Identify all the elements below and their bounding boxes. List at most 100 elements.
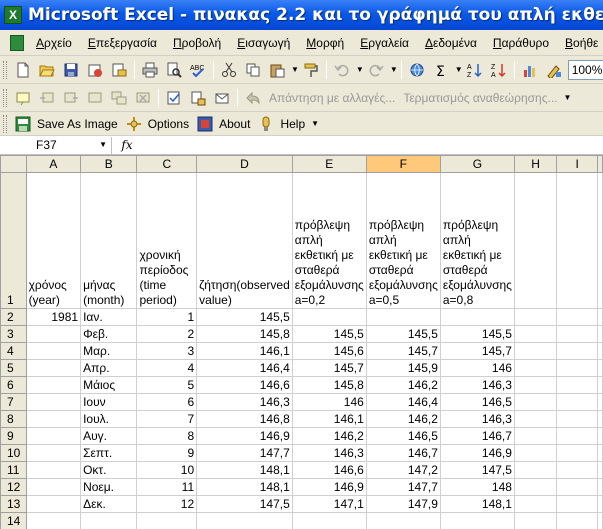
- column-header-c[interactable]: C: [136, 155, 198, 173]
- cell-h2[interactable]: [513, 308, 558, 326]
- cell-f4[interactable]: 145,7: [365, 342, 441, 360]
- cell-f10[interactable]: 146,7: [365, 444, 441, 462]
- cell-c2[interactable]: 1: [136, 308, 198, 326]
- cell-d10[interactable]: 147,7: [196, 444, 293, 462]
- cell-f6[interactable]: 146,2: [365, 376, 441, 394]
- menu-data[interactable]: Δεδομένα: [417, 36, 485, 50]
- cell-g11[interactable]: 147,5: [439, 461, 515, 479]
- cell-i2[interactable]: [556, 308, 598, 326]
- send-for-review-icon[interactable]: [211, 87, 233, 109]
- cell-b9[interactable]: Αυγ.: [80, 427, 138, 445]
- name-box[interactable]: F37 ▼: [0, 136, 112, 154]
- cell-b12[interactable]: Νοεμ.: [80, 478, 138, 496]
- toolbar-grip[interactable]: [3, 114, 7, 133]
- cell-e14[interactable]: [291, 512, 367, 529]
- cell-g14[interactable]: [439, 512, 515, 529]
- sort-ascending-icon[interactable]: AZ: [464, 59, 486, 81]
- row-header[interactable]: 13: [0, 495, 27, 513]
- cell-g8[interactable]: 146,3: [439, 410, 515, 428]
- cell-i9[interactable]: [556, 427, 598, 445]
- cell-h10[interactable]: [513, 444, 558, 462]
- cell-g12[interactable]: 148: [439, 478, 515, 496]
- cell-b2[interactable]: Ιαν.: [80, 308, 138, 326]
- excel-app-icon[interactable]: X: [4, 6, 22, 24]
- cell-f9[interactable]: 146,5: [365, 427, 441, 445]
- row-header[interactable]: 11: [0, 461, 27, 479]
- cell-a8[interactable]: [25, 410, 82, 428]
- about-button[interactable]: About: [219, 117, 250, 131]
- print-icon[interactable]: [139, 59, 161, 81]
- cell-b4[interactable]: Μαρ.: [80, 342, 138, 360]
- cell-c6[interactable]: 5: [136, 376, 198, 394]
- cell-h13[interactable]: [513, 495, 558, 513]
- save-as-image-icon[interactable]: [12, 113, 34, 135]
- column-header-g[interactable]: G: [439, 155, 515, 173]
- cell-h4[interactable]: [513, 342, 558, 360]
- permission-icon[interactable]: [84, 59, 106, 81]
- zoom-select[interactable]: 100%: [567, 59, 603, 80]
- cell-g2[interactable]: [439, 308, 515, 326]
- cell-d9[interactable]: 146,9: [196, 427, 293, 445]
- cell-i10[interactable]: [556, 444, 598, 462]
- row-header[interactable]: 10: [0, 444, 27, 462]
- cell-i14[interactable]: [556, 512, 598, 529]
- cell-f5[interactable]: 145,9: [365, 359, 441, 377]
- cell-i5[interactable]: [556, 359, 598, 377]
- cell-c4[interactable]: 3: [136, 342, 198, 360]
- cell-d2[interactable]: 145,5: [196, 308, 293, 326]
- cell-b3[interactable]: Φεβ.: [80, 325, 138, 343]
- copy-icon[interactable]: [242, 59, 264, 81]
- column-header-h[interactable]: H: [513, 155, 558, 173]
- next-comment-icon[interactable]: [60, 87, 82, 109]
- format-painter-icon[interactable]: [300, 59, 322, 81]
- cell-a7[interactable]: [25, 393, 82, 411]
- options-icon[interactable]: [123, 113, 145, 135]
- cell-b8[interactable]: Ιουλ.: [80, 410, 138, 428]
- new-comment-icon[interactable]: [12, 87, 34, 109]
- end-review-button[interactable]: Τερματισμός αναθεώρησης...: [403, 91, 557, 105]
- cell-c3[interactable]: 2: [136, 325, 198, 343]
- cell-h14[interactable]: [513, 512, 558, 529]
- cell-f1[interactable]: πρόβλεψη απλή εκθετική με σταθερά εξομάλ…: [365, 172, 441, 309]
- drawing-icon[interactable]: [543, 59, 565, 81]
- cell-a1[interactable]: χρόνος (year): [25, 172, 82, 309]
- row-header[interactable]: 4: [0, 342, 27, 360]
- cell-g7[interactable]: 146,5: [439, 393, 515, 411]
- save-as-image-button[interactable]: Save As Image: [37, 117, 118, 131]
- cell-e8[interactable]: 146,1: [291, 410, 367, 428]
- toolbar-grip[interactable]: [3, 60, 7, 79]
- menu-tools[interactable]: Εργαλεία: [352, 36, 417, 50]
- name-box-dropdown-arrow[interactable]: ▼: [99, 140, 107, 149]
- cell-e10[interactable]: 146,3: [291, 444, 367, 462]
- cell-d14[interactable]: [196, 512, 293, 529]
- cell-e2[interactable]: [291, 308, 367, 326]
- formula-input[interactable]: [142, 137, 603, 154]
- row-header[interactable]: 5: [0, 359, 27, 377]
- new-document-icon[interactable]: [12, 59, 34, 81]
- cell-b13[interactable]: Δεκ.: [80, 495, 138, 513]
- cell-b14[interactable]: [80, 512, 138, 529]
- cell-a9[interactable]: [25, 427, 82, 445]
- insert-function-icon[interactable]: fx: [112, 138, 142, 152]
- toolbar-grip[interactable]: [3, 88, 7, 107]
- cell-c1[interactable]: χρονική περίοδος (time period): [136, 172, 198, 309]
- cell-a14[interactable]: [25, 512, 82, 529]
- delete-comment-icon[interactable]: [132, 87, 154, 109]
- cell-a2[interactable]: 1981: [25, 308, 82, 326]
- paste-dropdown-arrow[interactable]: ▼: [291, 65, 299, 74]
- cell-c13[interactable]: 12: [136, 495, 198, 513]
- cell-g1[interactable]: πρόβλεψη απλή εκθετική με σταθερά εξομάλ…: [439, 172, 515, 309]
- about-icon[interactable]: [194, 113, 216, 135]
- cell-c7[interactable]: 6: [136, 393, 198, 411]
- cell-e5[interactable]: 145,7: [291, 359, 367, 377]
- cell-a12[interactable]: [25, 478, 82, 496]
- cell-c14[interactable]: [136, 512, 198, 529]
- help-button[interactable]: Help: [280, 117, 305, 131]
- options-button[interactable]: Options: [148, 117, 189, 131]
- cell-c8[interactable]: 7: [136, 410, 198, 428]
- menu-view[interactable]: Προβολή: [165, 36, 229, 50]
- cell-d12[interactable]: 148,1: [196, 478, 293, 496]
- row-header[interactable]: 6: [0, 376, 27, 394]
- cell-d11[interactable]: 148,1: [196, 461, 293, 479]
- cell-i12[interactable]: [556, 478, 598, 496]
